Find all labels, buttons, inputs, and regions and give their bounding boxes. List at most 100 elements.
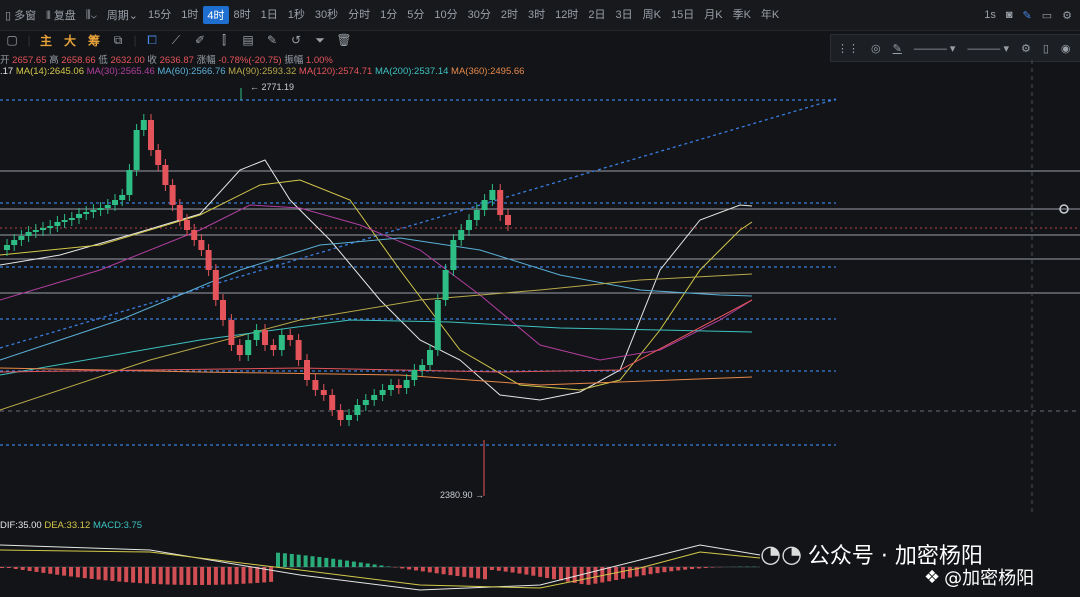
macd-bar <box>69 567 73 577</box>
macd-bar <box>558 567 563 581</box>
macd-bar <box>434 567 439 574</box>
macd-bar <box>117 567 122 582</box>
macd-bar <box>662 567 667 573</box>
candle-body <box>83 212 90 214</box>
ma30-line <box>0 179 753 391</box>
macd-bar <box>696 567 701 569</box>
macd-bar <box>241 567 246 584</box>
candle-body <box>32 230 39 232</box>
candle-body <box>119 195 126 200</box>
macd-bar <box>427 567 432 573</box>
macd-bar <box>345 560 349 567</box>
macd-bar <box>96 567 101 580</box>
macd-bar <box>469 567 474 578</box>
ma200-line <box>0 319 753 376</box>
macd-bar <box>483 567 487 580</box>
macd-bar <box>296 554 301 567</box>
macd-bar <box>282 553 287 567</box>
macd-bar <box>448 567 453 576</box>
macd-bar <box>186 567 191 585</box>
macd-bar <box>269 567 274 582</box>
macd-bar <box>565 567 570 582</box>
macd-bar <box>676 567 681 571</box>
candle-body <box>54 222 61 226</box>
macd-bar <box>503 567 508 572</box>
candle-body <box>220 300 226 320</box>
macd-bar <box>552 567 556 580</box>
candle-body <box>236 345 243 355</box>
macd-bar <box>207 567 211 585</box>
candle-body <box>176 205 183 220</box>
candle-body <box>25 232 32 236</box>
macd-bar <box>27 567 32 571</box>
macd-bar <box>82 567 87 579</box>
macd-bar <box>41 567 46 573</box>
macd-bar <box>379 565 384 567</box>
candle-body <box>262 330 268 345</box>
candle-body <box>278 335 285 350</box>
macd-bar <box>131 567 136 583</box>
high-marker-value: 2771.19 <box>261 82 295 92</box>
macd-bar <box>110 567 115 581</box>
high-marker-label: ← 2771.19 <box>250 82 295 92</box>
ma90-line <box>0 237 753 361</box>
candle-body <box>419 365 426 370</box>
candle-body <box>312 380 319 390</box>
macd-bar <box>545 567 550 579</box>
macd-bar <box>621 567 625 579</box>
macd-bar <box>317 557 322 567</box>
candle-body <box>395 385 402 388</box>
dif-value: DIF:35.00 <box>0 520 42 531</box>
macd-bar <box>62 567 67 576</box>
macd-bar <box>538 567 543 577</box>
macd-bar <box>351 561 356 567</box>
macd-bar <box>324 557 329 567</box>
macd-bar <box>310 556 315 567</box>
macd-bar <box>655 567 660 574</box>
candle-body <box>379 390 386 395</box>
macd-bar <box>20 567 25 570</box>
ma120-line <box>0 273 753 411</box>
macd-bar <box>0 567 4 568</box>
watermark-handle: ❖ @加密杨阳 <box>924 564 1034 590</box>
macd-bar <box>255 567 260 583</box>
macd-bar <box>641 567 646 576</box>
macd-bar <box>138 567 142 584</box>
macd-bar <box>89 567 94 579</box>
candle-body <box>458 230 465 240</box>
candle-body <box>245 340 252 355</box>
macd-bar <box>144 567 149 584</box>
macd-bar <box>165 567 170 585</box>
trend-line <box>0 98 837 349</box>
macd-bar <box>48 567 53 574</box>
candle-body <box>473 210 480 220</box>
candle-body <box>362 400 369 405</box>
macd-bar <box>648 567 653 575</box>
wechat-icon: ◔◔ <box>760 540 802 568</box>
macd-bar <box>690 567 694 570</box>
macd-bar <box>593 567 598 584</box>
macd-bar <box>179 567 184 585</box>
macd-bar <box>338 559 343 567</box>
candle-body <box>354 405 361 415</box>
macd-bar <box>372 564 377 567</box>
macd-bar <box>414 567 418 571</box>
macd-bar <box>462 567 467 577</box>
kline-chart[interactable] <box>0 0 1080 597</box>
candle-body <box>191 230 198 240</box>
candle-body <box>371 395 378 400</box>
macd-bar <box>407 567 412 570</box>
candle-body <box>162 165 169 185</box>
candle-body <box>320 390 327 395</box>
candle-body <box>4 245 10 250</box>
candle-body <box>403 380 410 388</box>
candle-body <box>497 190 504 215</box>
candle-body <box>126 170 133 195</box>
candle-body <box>140 120 147 130</box>
candle-body <box>90 210 97 212</box>
macd-bar <box>158 567 163 585</box>
candle-body <box>198 240 205 250</box>
candle-body <box>104 205 111 208</box>
candle-body <box>442 270 449 300</box>
candle-body <box>489 190 496 200</box>
